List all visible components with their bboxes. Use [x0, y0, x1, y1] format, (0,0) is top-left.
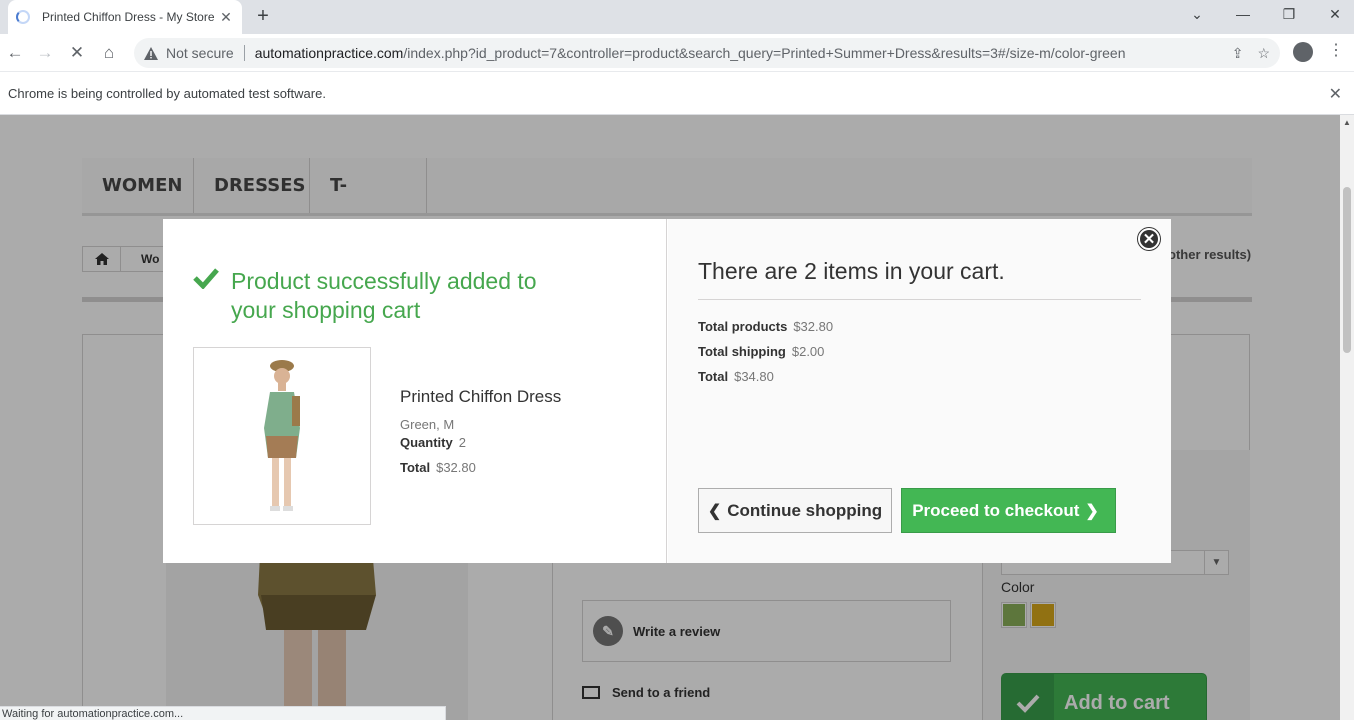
tab-title: Printed Chiffon Dress - My Store — [42, 10, 215, 24]
address-bar[interactable]: Not secure automationpractice.com /index… — [134, 38, 1280, 68]
cart-count-heading: There are 2 items in your cart. — [698, 258, 1005, 284]
browser-tab[interactable]: Printed Chiffon Dress - My Store ✕ — [8, 0, 242, 34]
warning-icon — [144, 46, 158, 60]
product-total-value: $32.80 — [436, 460, 476, 475]
infobar-close-icon[interactable]: ✕ — [1329, 84, 1342, 104]
modal-close-icon[interactable]: ✕ — [1138, 228, 1160, 250]
back-icon[interactable]: ← — [4, 42, 26, 64]
stop-loading-icon[interactable]: ✕ — [66, 42, 88, 64]
cart-modal: Product successfully added to your shopp… — [163, 219, 1171, 563]
tab-close-icon[interactable]: ✕ — [218, 9, 234, 26]
quantity-label: Quantity — [400, 435, 453, 450]
product-attributes: Green, M — [400, 417, 455, 432]
browser-toolbar: ← → ✕ ⌂ Not secure automationpractice.co… — [0, 34, 1354, 72]
home-icon[interactable]: ⌂ — [98, 42, 120, 64]
success-message: Product successfully added to your shopp… — [193, 267, 553, 325]
omnibox-separator — [243, 45, 245, 61]
new-tab-button[interactable]: + — [252, 6, 274, 28]
tab-bar: Printed Chiffon Dress - My Store ✕ + ⌄ —… — [0, 0, 1354, 34]
automation-infobar: Chrome is being controlled by automated … — [0, 72, 1354, 115]
profile-avatar-icon[interactable] — [1293, 42, 1313, 62]
status-bar: Waiting for automationpractice.com... — [0, 706, 446, 720]
minimize-button[interactable]: — — [1233, 6, 1253, 22]
loading-spinner-icon — [16, 10, 30, 24]
product-quantity: Quantity 2 — [400, 435, 466, 450]
check-icon — [193, 267, 219, 325]
chevron-left-icon: ❮ — [707, 502, 722, 520]
url-path: /index.php?id_product=7&controller=produ… — [403, 45, 1126, 61]
product-thumbnail — [193, 347, 371, 525]
chevron-right-icon: ❯ — [1085, 502, 1099, 520]
product-name: Printed Chiffon Dress — [400, 387, 562, 406]
quantity-value: 2 — [458, 435, 466, 450]
proceed-to-checkout-button[interactable]: Proceed to checkout ❯ — [901, 488, 1116, 533]
total-products-line: Total products $32.80 — [698, 319, 833, 334]
window-close-button[interactable]: ✕ — [1325, 6, 1345, 23]
grand-total-label: Total — [698, 369, 729, 384]
total-products-label: Total products — [698, 319, 788, 334]
not-secure-label[interactable]: Not secure — [166, 45, 234, 61]
success-text: Product successfully added to your shopp… — [231, 268, 537, 323]
divider — [698, 299, 1141, 300]
proceed-to-checkout-label: Proceed to checkout — [912, 500, 1080, 520]
product-total-label: Total — [400, 460, 431, 475]
total-products-value: $32.80 — [793, 319, 834, 334]
browser-menu-icon[interactable]: ⋮ — [1328, 40, 1344, 60]
infobar-text: Chrome is being controlled by automated … — [8, 86, 326, 101]
page-scrollbar[interactable]: ▲ — [1340, 115, 1354, 720]
product-total: Total $32.80 — [400, 460, 476, 475]
total-shipping-line: Total shipping $2.00 — [698, 344, 824, 359]
share-icon[interactable]: ⇪ — [1232, 45, 1244, 62]
url-host: automationpractice.com — [254, 45, 404, 61]
tab-search-icon[interactable]: ⌄ — [1187, 6, 1207, 23]
total-shipping-value: $2.00 — [791, 344, 825, 359]
total-shipping-label: Total shipping — [698, 344, 786, 359]
modal-product-panel: Product successfully added to your shopp… — [163, 219, 667, 563]
grand-total-line: Total $34.80 — [698, 369, 774, 384]
modal-cart-panel: There are 2 items in your cart. Total pr… — [668, 219, 1171, 563]
continue-shopping-button[interactable]: ❮ Continue shopping — [698, 488, 892, 533]
scrollbar-thumb[interactable] — [1343, 187, 1351, 353]
grand-total-value: $34.80 — [734, 369, 774, 384]
restore-button[interactable]: ❐ — [1279, 6, 1299, 23]
continue-shopping-label: Continue shopping — [727, 500, 883, 520]
scroll-up-icon[interactable]: ▲ — [1343, 118, 1351, 127]
page-content: WOMEN DRESSES T-SHIRTS Wo other results)… — [0, 115, 1340, 720]
bookmark-star-icon[interactable]: ☆ — [1257, 45, 1270, 62]
forward-icon[interactable]: → — [34, 42, 56, 64]
